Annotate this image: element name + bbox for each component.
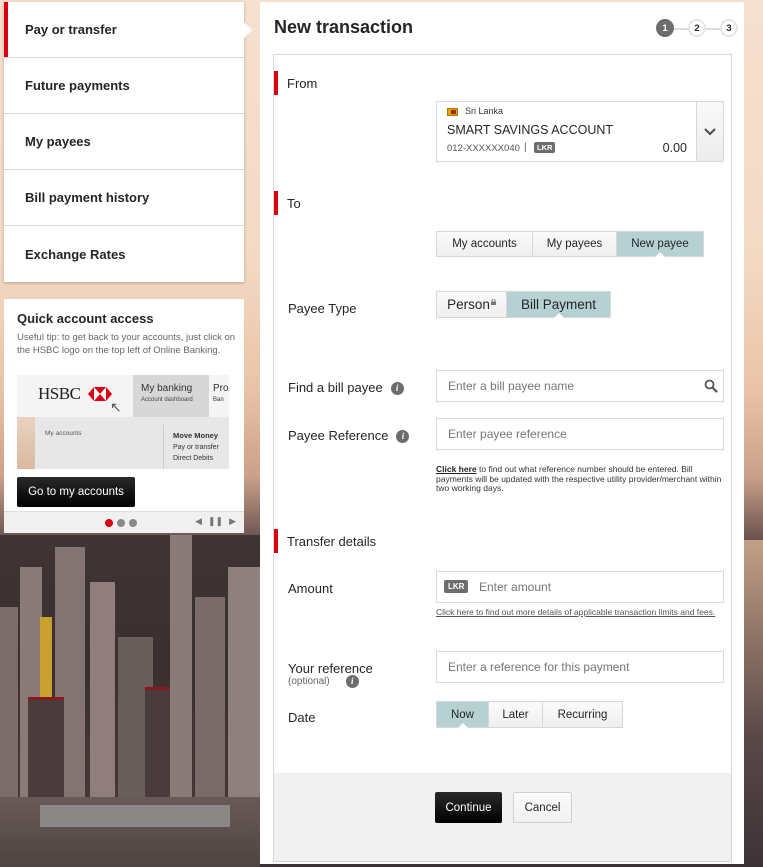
bill-payee-search-input[interactable] — [436, 370, 724, 402]
section-to: To — [274, 191, 301, 215]
carousel-footer: ◀ ❚❚ ▶ — [4, 511, 244, 533]
step-indicator: 1 2 3 — [656, 19, 738, 37]
tab-my-payees[interactable]: My payees — [533, 232, 617, 256]
form-actions: Continue Cancel — [274, 773, 731, 861]
sidebar-nav: Pay or transfer Future payments My payee… — [4, 2, 252, 282]
carousel-dots — [105, 519, 137, 527]
sri-lanka-flag-icon — [447, 108, 458, 116]
tab-new-payee[interactable]: New payee — [617, 232, 703, 257]
sidebar-item-label: My payees — [25, 134, 91, 149]
sidebar-item-my-payees[interactable]: My payees — [4, 114, 244, 170]
find-bill-payee-label: Find a bill payee i — [288, 380, 404, 396]
your-reference-input[interactable] — [436, 651, 724, 683]
payee-type-bill-payment[interactable]: Bill Payment — [507, 292, 610, 318]
quick-account-access-widget: Quick account access Useful tip: to get … — [4, 299, 244, 533]
carousel-dot[interactable] — [105, 519, 113, 527]
hsbc-hexagon-icon — [88, 387, 112, 401]
amount-label: Amount — [288, 581, 333, 596]
continue-button[interactable]: Continue — [435, 792, 502, 823]
search-icon[interactable] — [704, 379, 718, 393]
step-3: 3 — [720, 19, 738, 37]
date-now[interactable]: Now — [437, 702, 489, 728]
payee-reference-text: Payee Reference — [288, 428, 389, 443]
find-bill-payee-text: Find a bill payee — [288, 380, 383, 395]
preview-menu2-title: Pro — [213, 383, 229, 394]
sidebar-item-label: Pay or transfer — [25, 22, 117, 37]
payee-reference-label: Payee Reference i — [288, 428, 410, 444]
amount-currency-badge: LKR — [444, 580, 469, 593]
background-strip — [744, 540, 763, 867]
carousel-dot[interactable] — [117, 519, 125, 527]
payee-type-person[interactable]: Person — [437, 292, 507, 317]
sidebar-item-future-payments[interactable]: Future payments — [4, 58, 244, 114]
new-transaction-panel: New transaction 1 2 3 From Sri Lanka SMA… — [260, 2, 744, 864]
next-icon[interactable]: ▶ — [229, 516, 236, 527]
preview-move-money: Move Money — [173, 431, 219, 440]
lock-icon — [490, 298, 496, 305]
account-country: Sri Lanka — [465, 106, 504, 116]
preview-link: Direct Debits — [173, 455, 214, 462]
amount-input[interactable] — [436, 571, 724, 603]
payee-reference-note: Click here to find out what reference nu… — [436, 464, 728, 494]
date-label: Date — [288, 710, 316, 725]
preview-link: Pay or transfer — [173, 444, 219, 451]
payee-reference-input[interactable] — [436, 418, 724, 450]
payee-type-toggle: Person Bill Payment — [436, 291, 611, 318]
sidebar-item-label: Exchange Rates — [25, 246, 126, 262]
page-title: New transaction — [274, 17, 414, 37]
account-currency-badge: LKR — [534, 142, 556, 153]
preview-menu-sub: Account dashboard — [141, 397, 193, 403]
date-later[interactable]: Later — [489, 702, 543, 727]
optional-label: (optional) i — [288, 675, 359, 688]
go-to-my-accounts-button[interactable]: Go to my accounts — [17, 477, 135, 507]
mouse-cursor-icon: ↖ — [110, 399, 122, 415]
optional-text: (optional) — [288, 676, 330, 688]
previous-icon[interactable]: ◀ — [195, 516, 202, 527]
payee-type-person-label: Person — [447, 297, 490, 312]
transaction-limits-link[interactable]: Click here to find out more details of a… — [436, 607, 728, 617]
preview-my-accounts: My accounts — [45, 430, 82, 437]
pause-icon[interactable]: ❚❚ — [208, 516, 223, 527]
hsbc-logo-preview-image: HSBC ↖ My banking Account dashboard Pro … — [17, 375, 229, 469]
sidebar-item-label: Bill payment history — [25, 190, 150, 205]
sidebar-item-exchange-rates[interactable]: Exchange Rates — [4, 226, 244, 282]
reference-help-link[interactable]: Click here — [436, 464, 477, 474]
info-icon[interactable]: i — [345, 675, 359, 688]
step-2: 2 — [688, 19, 706, 37]
sidebar-item-label: Future payments — [25, 78, 130, 93]
from-account-selector[interactable]: Sri Lanka SMART SAVINGS ACCOUNT 012-XXXX… — [436, 101, 724, 162]
carousel-dot[interactable] — [129, 519, 137, 527]
cancel-button[interactable]: Cancel — [513, 792, 572, 823]
account-name: SMART SAVINGS ACCOUNT — [447, 123, 614, 137]
date-recurring[interactable]: Recurring — [543, 702, 622, 727]
preview-menu-title: My banking — [141, 383, 193, 394]
widget-title: Quick account access — [17, 311, 154, 326]
tab-my-accounts[interactable]: My accounts — [437, 232, 533, 256]
preview-hsbc-logo: HSBC — [38, 384, 81, 403]
account-number: 012-XXXXXX040 — [447, 143, 520, 154]
payee-type-label: Payee Type — [288, 301, 357, 316]
section-from: From — [274, 71, 317, 95]
sidebar-item-bill-payment-history[interactable]: Bill payment history — [4, 170, 244, 226]
account-separator: | — [524, 142, 527, 153]
info-icon[interactable]: i — [396, 430, 410, 444]
date-options: Now Later Recurring — [436, 701, 623, 728]
note-text: to find out what reference number should… — [436, 464, 722, 493]
sidebar-item-pay-or-transfer[interactable]: Pay or transfer — [4, 2, 252, 58]
transaction-form: From Sri Lanka SMART SAVINGS ACCOUNT 012… — [273, 54, 732, 862]
info-icon[interactable]: i — [390, 382, 404, 396]
payee-source-tabs: My accounts My payees New payee — [436, 231, 704, 257]
step-1: 1 — [656, 19, 674, 37]
account-balance: 0.00 — [662, 141, 687, 155]
section-transfer-details: Transfer details — [274, 529, 376, 553]
city-skyline-background — [0, 535, 260, 867]
chevron-down-icon[interactable] — [696, 102, 723, 161]
your-reference-label: Your reference — [288, 661, 373, 676]
preview-menu2-sub: Ban — [213, 397, 224, 403]
widget-tip: Useful tip: to get back to your accounts… — [17, 332, 236, 356]
